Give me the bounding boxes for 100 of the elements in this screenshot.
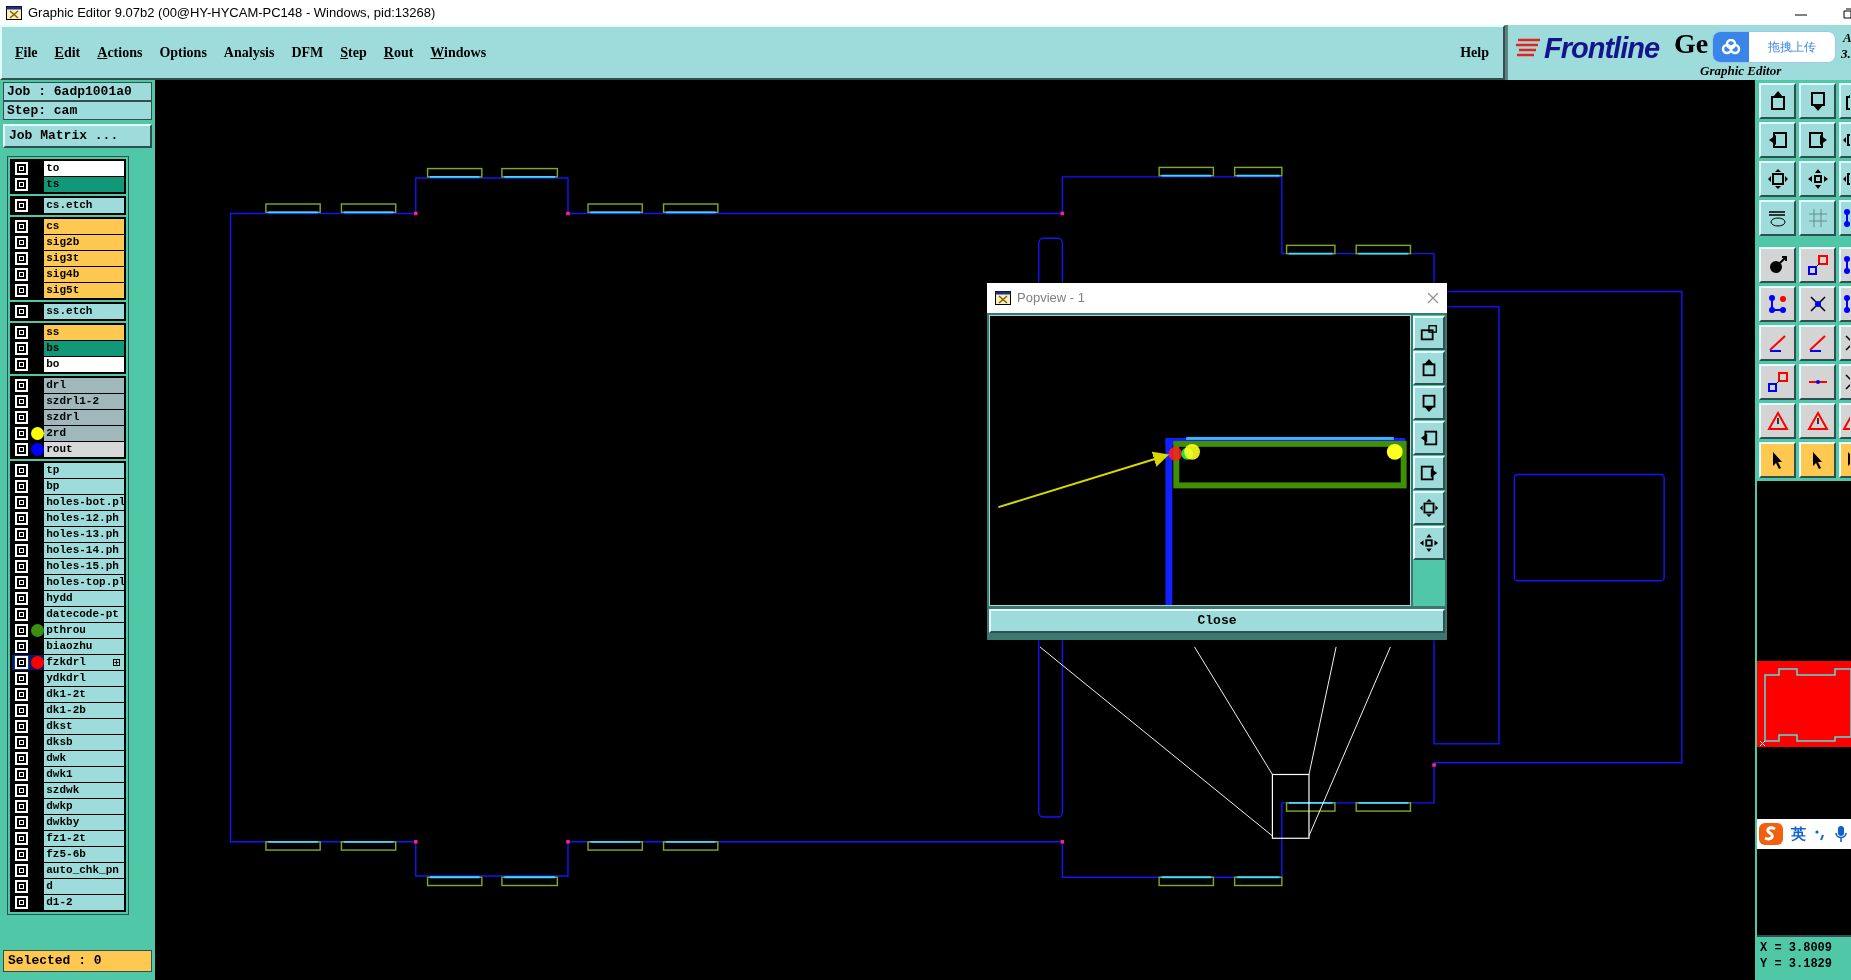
layer-name[interactable]: drl bbox=[44, 378, 124, 393]
layer-row[interactable]: fz5-6b bbox=[12, 847, 124, 862]
layer-row[interactable]: holes-12.ph bbox=[12, 511, 124, 526]
layer-name[interactable]: holes-15.ph bbox=[44, 559, 124, 574]
layer-row[interactable]: tp bbox=[12, 463, 124, 478]
menu-item[interactable]: Analysis bbox=[223, 42, 275, 63]
layer-name[interactable]: cs bbox=[44, 219, 124, 234]
layer-name[interactable]: fzkdrl bbox=[44, 655, 124, 670]
job-matrix-button[interactable]: Job Matrix ... bbox=[3, 124, 152, 148]
layer-row[interactable]: datecode-pt bbox=[12, 607, 124, 622]
layer-row[interactable]: szdrl1-2 bbox=[12, 394, 124, 409]
layer-name[interactable]: holes-14.ph bbox=[44, 543, 124, 558]
layer-row[interactable]: to bbox=[12, 161, 124, 176]
layer-row[interactable]: drl bbox=[12, 378, 124, 393]
layer-name[interactable]: biaozhu bbox=[44, 639, 124, 654]
layer-name[interactable]: bs bbox=[44, 341, 124, 356]
layer-name[interactable]: pthrou bbox=[44, 623, 124, 638]
layer-row[interactable]: cs.etch bbox=[12, 198, 124, 213]
help-menu-item[interactable]: Help bbox=[1460, 42, 1489, 63]
layer-row[interactable]: dksb bbox=[12, 735, 124, 750]
layer-name[interactable]: sig4b bbox=[44, 267, 124, 282]
layer-name[interactable]: sig2b bbox=[44, 235, 124, 250]
layer-name[interactable]: dwkby bbox=[44, 815, 124, 830]
layer-name[interactable]: dwk1 bbox=[44, 767, 124, 782]
layer-row[interactable]: sig4b bbox=[12, 267, 124, 282]
menu-item[interactable]: Step bbox=[340, 42, 367, 63]
layer-row[interactable]: dwk bbox=[12, 751, 124, 766]
layer-row[interactable]: bs bbox=[12, 341, 124, 356]
layer-name[interactable]: ss bbox=[44, 325, 124, 340]
layer-name[interactable]: d1-2 bbox=[44, 895, 124, 910]
menu-item[interactable]: Options bbox=[159, 42, 207, 63]
layer-row[interactable]: fz1-2t bbox=[12, 831, 124, 846]
menu-item[interactable]: DFM bbox=[291, 42, 324, 63]
layer-row[interactable]: sig3t bbox=[12, 251, 124, 266]
layer-name[interactable]: ts bbox=[44, 177, 124, 192]
layer-row[interactable]: dk1-2b bbox=[12, 703, 124, 718]
layer-row[interactable]: dkst bbox=[12, 719, 124, 734]
layer-row[interactable]: 2rd bbox=[12, 426, 124, 441]
layer-row[interactable]: holes-14.ph bbox=[12, 543, 124, 558]
layer-name[interactable]: rout bbox=[44, 442, 124, 457]
layer-name[interactable]: datecode-pt bbox=[44, 607, 124, 622]
layer-name[interactable]: szdrl1-2 bbox=[44, 394, 124, 409]
layer-name[interactable]: holes-12.ph bbox=[44, 511, 124, 526]
layer-name[interactable]: hydd bbox=[44, 591, 124, 606]
layer-name[interactable]: ss.etch bbox=[44, 304, 124, 319]
layer-name[interactable]: dwkp bbox=[44, 799, 124, 814]
layer-row[interactable]: biaozhu bbox=[12, 639, 124, 654]
menu-item[interactable]: File bbox=[15, 42, 38, 63]
layer-row[interactable]: sig2b bbox=[12, 235, 124, 250]
layer-row[interactable]: szdwk bbox=[12, 783, 124, 798]
layer-name[interactable]: bp bbox=[44, 479, 124, 494]
layer-row[interactable]: dwkby bbox=[12, 815, 124, 830]
layer-name[interactable]: 2rd bbox=[44, 426, 124, 441]
layer-name[interactable]: bo bbox=[44, 357, 124, 372]
menu-item[interactable]: Actions bbox=[97, 42, 143, 63]
upload-widget[interactable]: 拖拽上传 bbox=[1712, 31, 1836, 63]
layer-row[interactable]: fzkdrl bbox=[12, 655, 124, 670]
layer-name[interactable]: cs.etch bbox=[44, 198, 124, 213]
layer-name[interactable]: ydkdrl bbox=[44, 671, 124, 686]
menu-item[interactable]: Rout bbox=[383, 42, 414, 63]
layer-row[interactable]: d bbox=[12, 879, 124, 894]
layer-name[interactable]: tp bbox=[44, 463, 124, 478]
menu-item[interactable]: Edit bbox=[54, 42, 81, 63]
layer-name[interactable]: dk1-2t bbox=[44, 687, 124, 702]
menu-item[interactable]: Windows bbox=[430, 42, 487, 63]
layer-row[interactable]: d1-2 bbox=[12, 895, 124, 910]
layer-name[interactable]: to bbox=[44, 161, 124, 176]
layer-row[interactable]: dwkp bbox=[12, 799, 124, 814]
layer-row[interactable]: hydd bbox=[12, 591, 124, 606]
layer-row[interactable]: pthrou bbox=[12, 623, 124, 638]
layer-name[interactable]: szdwk bbox=[44, 783, 124, 798]
layer-row[interactable]: auto_chk_pn bbox=[12, 863, 124, 878]
layer-row[interactable]: holes-13.ph bbox=[12, 527, 124, 542]
layer-row[interactable]: dwk1 bbox=[12, 767, 124, 782]
layer-name[interactable]: dksb bbox=[44, 735, 124, 750]
layer-row[interactable]: bo bbox=[12, 357, 124, 372]
layer-name[interactable]: fz5-6b bbox=[44, 847, 124, 862]
layer-name[interactable]: fz1-2t bbox=[44, 831, 124, 846]
layer-row[interactable]: szdrl bbox=[12, 410, 124, 425]
layer-row[interactable]: cs bbox=[12, 219, 124, 234]
layer-row[interactable]: sig5t bbox=[12, 283, 124, 298]
layer-name[interactable]: holes-13.ph bbox=[44, 527, 124, 542]
layer-name[interactable]: d bbox=[44, 879, 124, 894]
layer-name[interactable]: szdrl bbox=[44, 410, 124, 425]
layer-name[interactable]: sig3t bbox=[44, 251, 124, 266]
layer-row[interactable]: dk1-2t bbox=[12, 687, 124, 702]
input-language[interactable]: 英 bbox=[1791, 822, 1806, 846]
layer-row[interactable]: ydkdrl bbox=[12, 671, 124, 686]
layer-row[interactable]: bp bbox=[12, 479, 124, 494]
layer-row[interactable]: rout bbox=[12, 442, 124, 457]
layer-name[interactable]: dwk bbox=[44, 751, 124, 766]
close-button[interactable]: Close bbox=[989, 609, 1445, 633]
layer-name[interactable]: dk1-2b bbox=[44, 703, 124, 718]
layer-name[interactable]: auto_chk_pn bbox=[44, 863, 124, 878]
layer-row[interactable]: ss.etch bbox=[12, 304, 124, 319]
layer-row[interactable]: ss bbox=[12, 325, 124, 340]
layer-row[interactable]: ts bbox=[12, 177, 124, 192]
layer-name[interactable]: dkst bbox=[44, 719, 124, 734]
layer-name[interactable]: sig5t bbox=[44, 283, 124, 298]
layer-row[interactable]: holes-15.ph bbox=[12, 559, 124, 574]
